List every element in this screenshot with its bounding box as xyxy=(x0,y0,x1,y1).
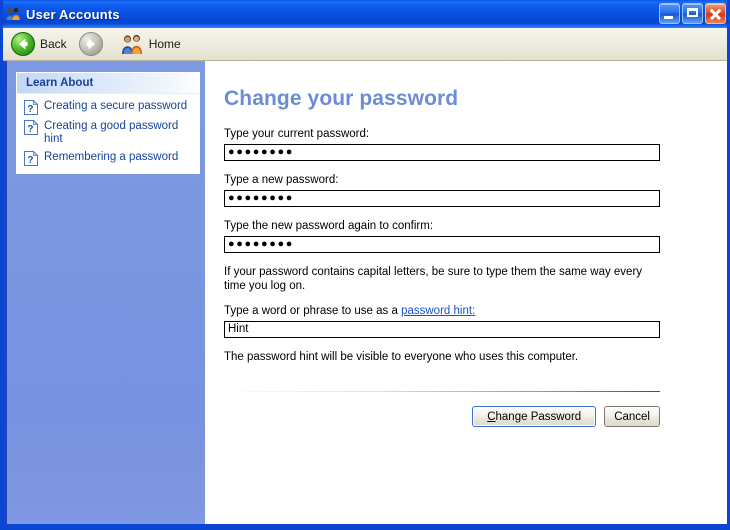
section-divider xyxy=(224,391,660,392)
confirm-password-value: ●●●●●●●● xyxy=(228,238,294,250)
sidebar: Learn About ? Creating a secure password xyxy=(3,61,205,524)
confirm-password-input[interactable]: ●●●●●●●● xyxy=(224,236,660,253)
help-question-icon: ? xyxy=(24,99,39,115)
sidebar-link-creating-good-password-hint[interactable]: ? Creating a good password hint xyxy=(24,119,193,146)
change-password-button[interactable]: Change Password xyxy=(472,406,597,427)
form-actions: Change Password Cancel xyxy=(224,406,660,427)
password-hint-value: Hint xyxy=(228,322,249,335)
hint-label-prefix: Type a word or phrase to use as a xyxy=(224,305,402,317)
hint-label: Type a word or phrase to use as a passwo… xyxy=(224,304,660,318)
back-button[interactable]: Back xyxy=(7,30,71,58)
back-arrow-icon xyxy=(11,32,35,56)
users-icon xyxy=(5,6,21,22)
password-hint-link[interactable]: password hint: xyxy=(401,305,475,317)
sidebar-link-creating-secure-password[interactable]: ? Creating a secure password xyxy=(24,99,193,115)
back-button-label: Back xyxy=(40,37,67,51)
new-password-input[interactable]: ●●●●●●●● xyxy=(224,190,660,207)
change-password-form: Type your current password: ●●●●●●●● Typ… xyxy=(224,127,660,375)
svg-text:?: ? xyxy=(27,104,33,115)
sidebar-link-label: Remembering a password xyxy=(44,151,179,163)
learn-about-title: Learn About xyxy=(26,77,94,89)
svg-text:?: ? xyxy=(27,124,33,135)
cancel-button[interactable]: Cancel xyxy=(604,406,660,427)
current-password-value: ●●●●●●●● xyxy=(228,146,294,158)
minimize-button[interactable] xyxy=(659,3,680,24)
learn-about-panel-body: ? Creating a secure password ? Creating … xyxy=(17,94,199,173)
new-password-label: Type a new password: xyxy=(224,174,339,186)
current-password-input[interactable]: ●●●●●●●● xyxy=(224,144,660,161)
maximize-button[interactable] xyxy=(682,3,703,24)
sidebar-link-label: Creating a secure password xyxy=(44,100,188,112)
current-password-label: Type your current password: xyxy=(224,128,370,140)
cancel-button-label: Cancel xyxy=(614,410,650,423)
close-button[interactable] xyxy=(705,3,726,24)
title-bar: User Accounts xyxy=(0,0,730,28)
user-accounts-window: User Accounts Back Home Learn About ? Cr… xyxy=(0,0,730,530)
change-password-accel: C xyxy=(487,410,496,423)
home-button[interactable]: Home xyxy=(116,30,185,58)
learn-about-panel: Learn About ? Creating a secure password xyxy=(16,72,200,174)
learn-about-panel-header: Learn About xyxy=(17,73,199,94)
help-question-icon: ? xyxy=(24,119,39,135)
forward-button[interactable] xyxy=(75,30,112,58)
help-question-icon: ? xyxy=(24,150,39,166)
svg-text:?: ? xyxy=(27,155,33,166)
change-password-label-rest: hange Password xyxy=(495,410,582,423)
home-button-label: Home xyxy=(148,37,181,51)
new-password-value: ●●●●●●●● xyxy=(228,192,294,204)
sidebar-link-label: Creating a good password hint xyxy=(44,120,179,145)
content-pane: Change your password Type your current p… xyxy=(205,61,727,524)
hint-visibility-note: The password hint will be visible to eve… xyxy=(224,351,579,363)
window-controls xyxy=(659,3,726,24)
navigation-toolbar: Back Home xyxy=(3,28,727,61)
page-title: Change your password xyxy=(224,87,459,110)
window-title: User Accounts xyxy=(26,6,120,22)
password-hint-input[interactable]: Hint xyxy=(224,321,660,338)
home-users-icon xyxy=(120,33,144,55)
caps-lock-note: If your password contains capital letter… xyxy=(224,266,643,292)
sidebar-link-remembering-a-password[interactable]: ? Remembering a password xyxy=(24,150,193,166)
forward-arrow-icon xyxy=(78,32,103,56)
confirm-password-label: Type the new password again to confirm: xyxy=(224,220,434,232)
